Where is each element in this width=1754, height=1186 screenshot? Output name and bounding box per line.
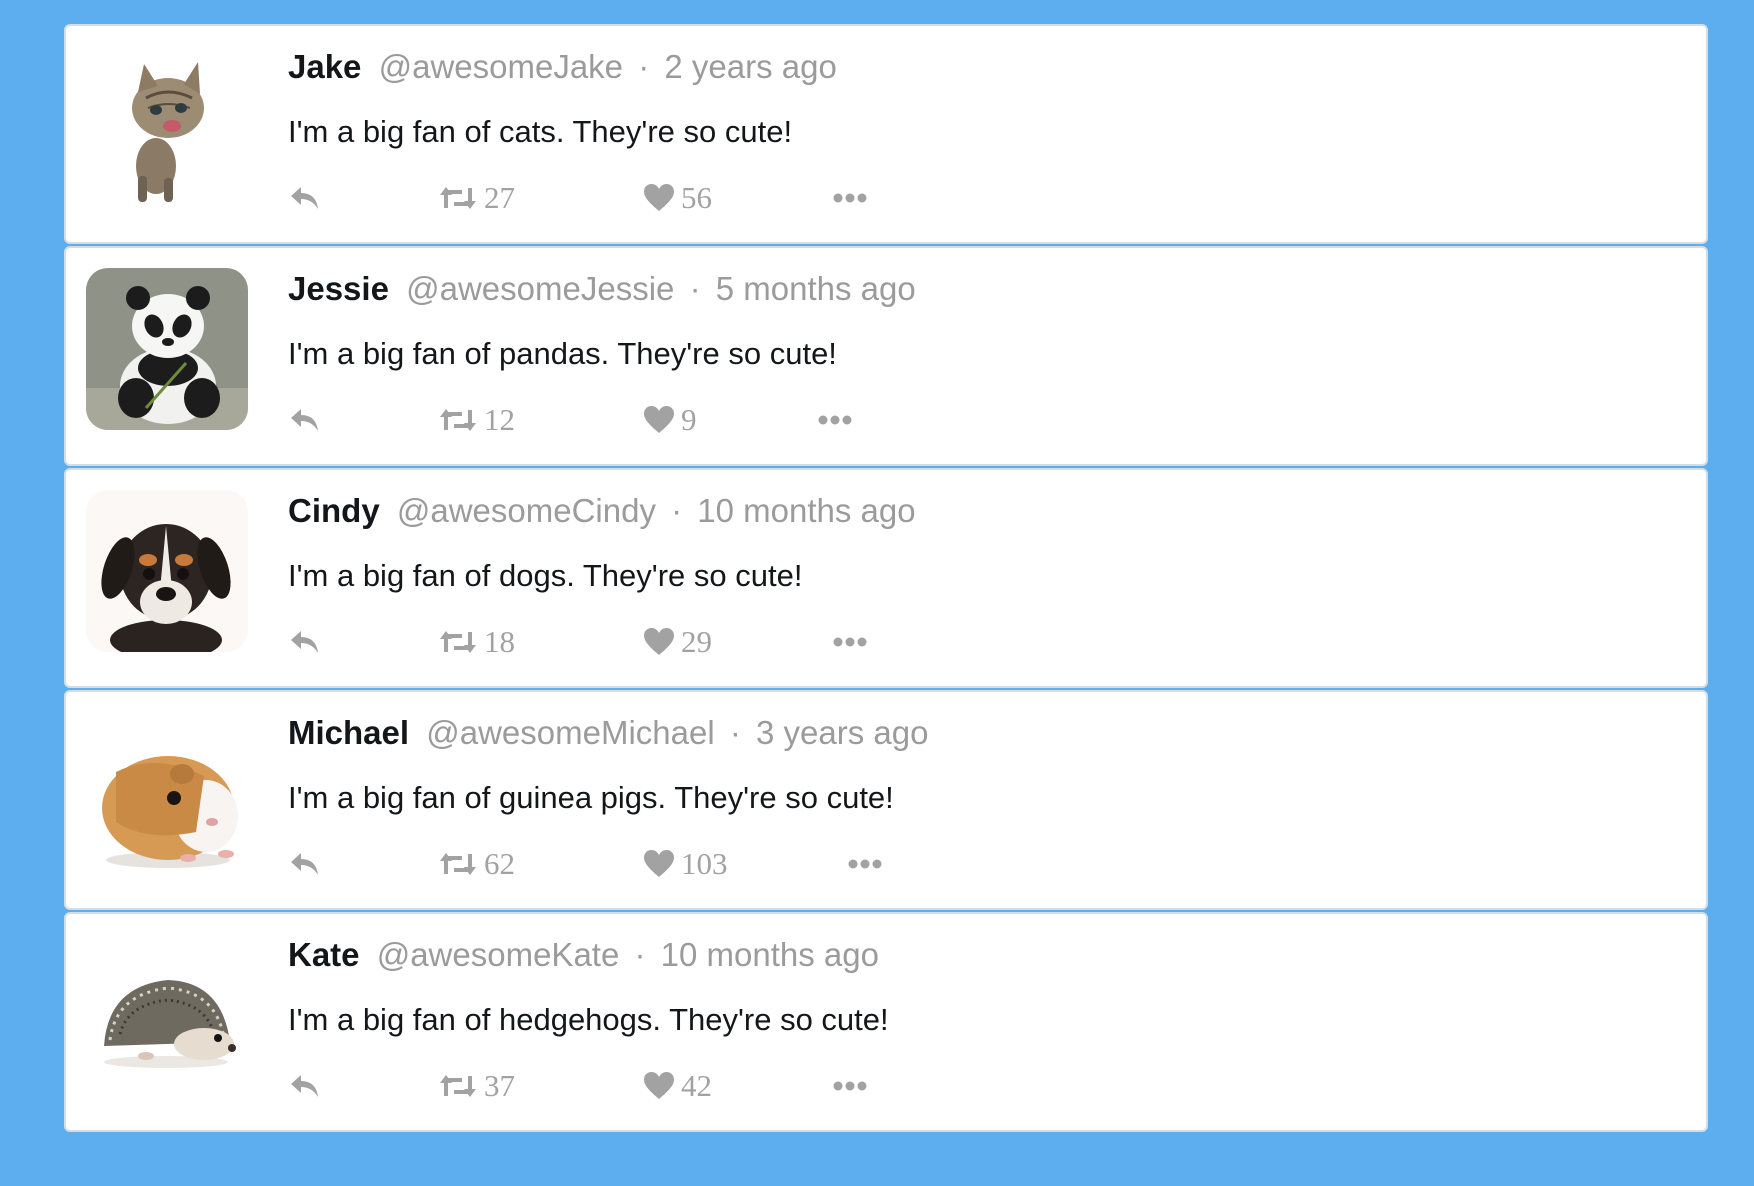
tweet-header: Kate @awesomeKate · 10 months ago bbox=[288, 934, 1686, 976]
tweet-card: Jessie @awesomeJessie · 5 months ago I'm… bbox=[64, 246, 1708, 466]
tweet-header: Cindy @awesomeCindy · 10 months ago bbox=[288, 490, 1686, 532]
tweet-card: Kate @awesomeKate · 10 months ago I'm a … bbox=[64, 912, 1708, 1132]
separator-dot: · bbox=[634, 936, 646, 973]
reply-icon bbox=[291, 187, 318, 209]
user-name[interactable]: Cindy bbox=[288, 492, 380, 529]
more-options-button[interactable] bbox=[848, 842, 882, 886]
more-dots-icon bbox=[833, 193, 867, 203]
retweet-icon bbox=[440, 853, 476, 875]
reply-icon bbox=[291, 631, 318, 653]
tweet-timestamp[interactable]: 10 months ago bbox=[661, 936, 879, 973]
more-dots-icon bbox=[833, 637, 867, 647]
tweet-actions: 62 103 bbox=[288, 842, 1686, 886]
like-count: 42 bbox=[681, 1068, 712, 1103]
like-count: 103 bbox=[681, 846, 728, 881]
tweet-timestamp[interactable]: 2 years ago bbox=[664, 48, 836, 85]
tweet-header: Jessie @awesomeJessie · 5 months ago bbox=[288, 268, 1686, 310]
like-button[interactable]: 9 bbox=[643, 398, 697, 442]
reply-button[interactable] bbox=[288, 620, 322, 664]
tweet-timestamp[interactable]: 3 years ago bbox=[756, 714, 928, 751]
tweet-actions: 37 42 bbox=[288, 1064, 1686, 1108]
tweet-header: Michael @awesomeMichael · 3 years ago bbox=[288, 712, 1686, 754]
tweet-actions: 27 56 bbox=[288, 176, 1686, 220]
like-count: 29 bbox=[681, 624, 712, 659]
like-button[interactable]: 56 bbox=[643, 176, 712, 220]
guinea-pig-avatar[interactable] bbox=[86, 712, 248, 874]
reply-button[interactable] bbox=[288, 842, 322, 886]
retweet-button[interactable]: 18 bbox=[438, 620, 515, 664]
heart-icon bbox=[644, 1072, 674, 1099]
tweet-text: I'm a big fan of hedgehogs. They're so c… bbox=[288, 1002, 889, 1037]
tweet-timestamp[interactable]: 5 months ago bbox=[716, 270, 916, 307]
user-handle[interactable]: @awesomeCindy bbox=[397, 492, 656, 529]
heart-icon bbox=[644, 406, 674, 433]
heart-icon bbox=[644, 184, 674, 211]
reply-icon bbox=[291, 853, 318, 875]
like-button[interactable]: 42 bbox=[643, 1064, 712, 1108]
tweet-text: I'm a big fan of cats. They're so cute! bbox=[288, 114, 793, 149]
user-handle[interactable]: @awesomeKate bbox=[377, 936, 620, 973]
tweet-card: Jake @awesomeJake · 2 years ago I'm a bi… bbox=[64, 24, 1708, 244]
puppy-avatar[interactable] bbox=[86, 490, 248, 652]
tweet-card: Michael @awesomeMichael · 3 years ago I'… bbox=[64, 690, 1708, 910]
user-handle[interactable]: @awesomeMichael bbox=[426, 714, 714, 751]
more-options-button[interactable] bbox=[833, 1064, 867, 1108]
user-handle[interactable]: @awesomeJake bbox=[379, 48, 623, 85]
retweet-button[interactable]: 62 bbox=[438, 842, 515, 886]
like-button[interactable]: 29 bbox=[643, 620, 712, 664]
retweet-count: 12 bbox=[484, 402, 515, 437]
like-count: 56 bbox=[681, 180, 712, 215]
retweet-count: 18 bbox=[484, 624, 515, 659]
user-handle[interactable]: @awesomeJessie bbox=[406, 270, 674, 307]
user-name[interactable]: Michael bbox=[288, 714, 409, 751]
more-options-button[interactable] bbox=[833, 176, 867, 220]
more-dots-icon bbox=[818, 415, 852, 425]
tweet-text: I'm a big fan of guinea pigs. They're so… bbox=[288, 780, 894, 815]
heart-icon bbox=[644, 850, 674, 877]
user-name[interactable]: Jake bbox=[288, 48, 361, 85]
retweet-button[interactable]: 27 bbox=[438, 176, 515, 220]
separator-dot: · bbox=[638, 48, 650, 85]
separator-dot: · bbox=[689, 270, 701, 307]
retweet-count: 27 bbox=[484, 180, 515, 215]
user-name[interactable]: Kate bbox=[288, 936, 360, 973]
tweet-timestamp[interactable]: 10 months ago bbox=[697, 492, 915, 529]
tweet-card: Cindy @awesomeCindy · 10 months ago I'm … bbox=[64, 468, 1708, 688]
reply-button[interactable] bbox=[288, 398, 322, 442]
retweet-icon bbox=[440, 1075, 476, 1097]
retweet-count: 37 bbox=[484, 1068, 515, 1103]
hedgehog-avatar[interactable] bbox=[86, 934, 248, 1096]
retweet-icon bbox=[440, 409, 476, 431]
tweet-text: I'm a big fan of dogs. They're so cute! bbox=[288, 558, 803, 593]
like-button[interactable]: 103 bbox=[643, 842, 728, 886]
retweet-count: 62 bbox=[484, 846, 515, 881]
reply-button[interactable] bbox=[288, 1064, 322, 1108]
retweet-icon bbox=[440, 631, 476, 653]
separator-dot: · bbox=[729, 714, 741, 751]
tweet-actions: 18 29 bbox=[288, 620, 1686, 664]
retweet-button[interactable]: 12 bbox=[438, 398, 515, 442]
tweet-actions: 12 9 bbox=[288, 398, 1686, 442]
panda-avatar[interactable] bbox=[86, 268, 248, 430]
more-options-button[interactable] bbox=[818, 398, 852, 442]
more-dots-icon bbox=[833, 1081, 867, 1091]
retweet-button[interactable]: 37 bbox=[438, 1064, 515, 1108]
reply-icon bbox=[291, 1075, 318, 1097]
heart-icon bbox=[644, 628, 674, 655]
more-options-button[interactable] bbox=[833, 620, 867, 664]
separator-dot: · bbox=[671, 492, 683, 529]
tweet-feed: Jake @awesomeJake · 2 years ago I'm a bi… bbox=[64, 24, 1708, 1134]
retweet-icon bbox=[440, 187, 476, 209]
tweet-header: Jake @awesomeJake · 2 years ago bbox=[288, 46, 1686, 88]
more-dots-icon bbox=[848, 859, 882, 869]
tweet-text: I'm a big fan of pandas. They're so cute… bbox=[288, 336, 837, 371]
user-name[interactable]: Jessie bbox=[288, 270, 389, 307]
kitten-avatar[interactable] bbox=[86, 46, 248, 208]
like-count: 9 bbox=[681, 402, 697, 437]
reply-button[interactable] bbox=[288, 176, 322, 220]
reply-icon bbox=[291, 409, 318, 431]
